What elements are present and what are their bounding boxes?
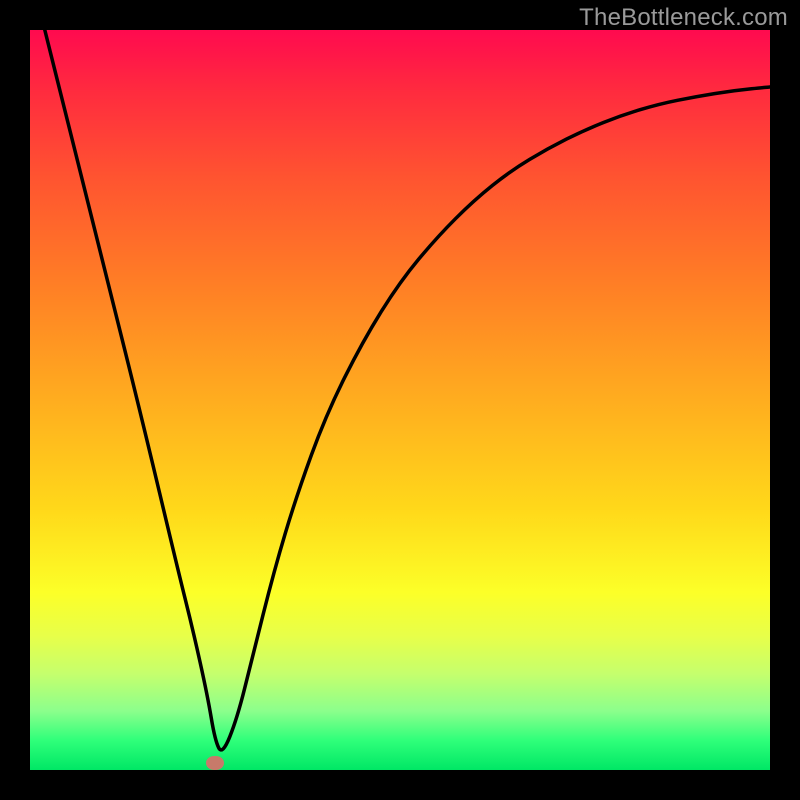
bottleneck-curve	[45, 30, 770, 750]
chart-frame: TheBottleneck.com	[0, 0, 800, 800]
curve-layer	[30, 30, 770, 770]
watermark-text: TheBottleneck.com	[579, 4, 788, 32]
plot-area	[30, 30, 770, 770]
minimum-marker	[206, 756, 224, 770]
